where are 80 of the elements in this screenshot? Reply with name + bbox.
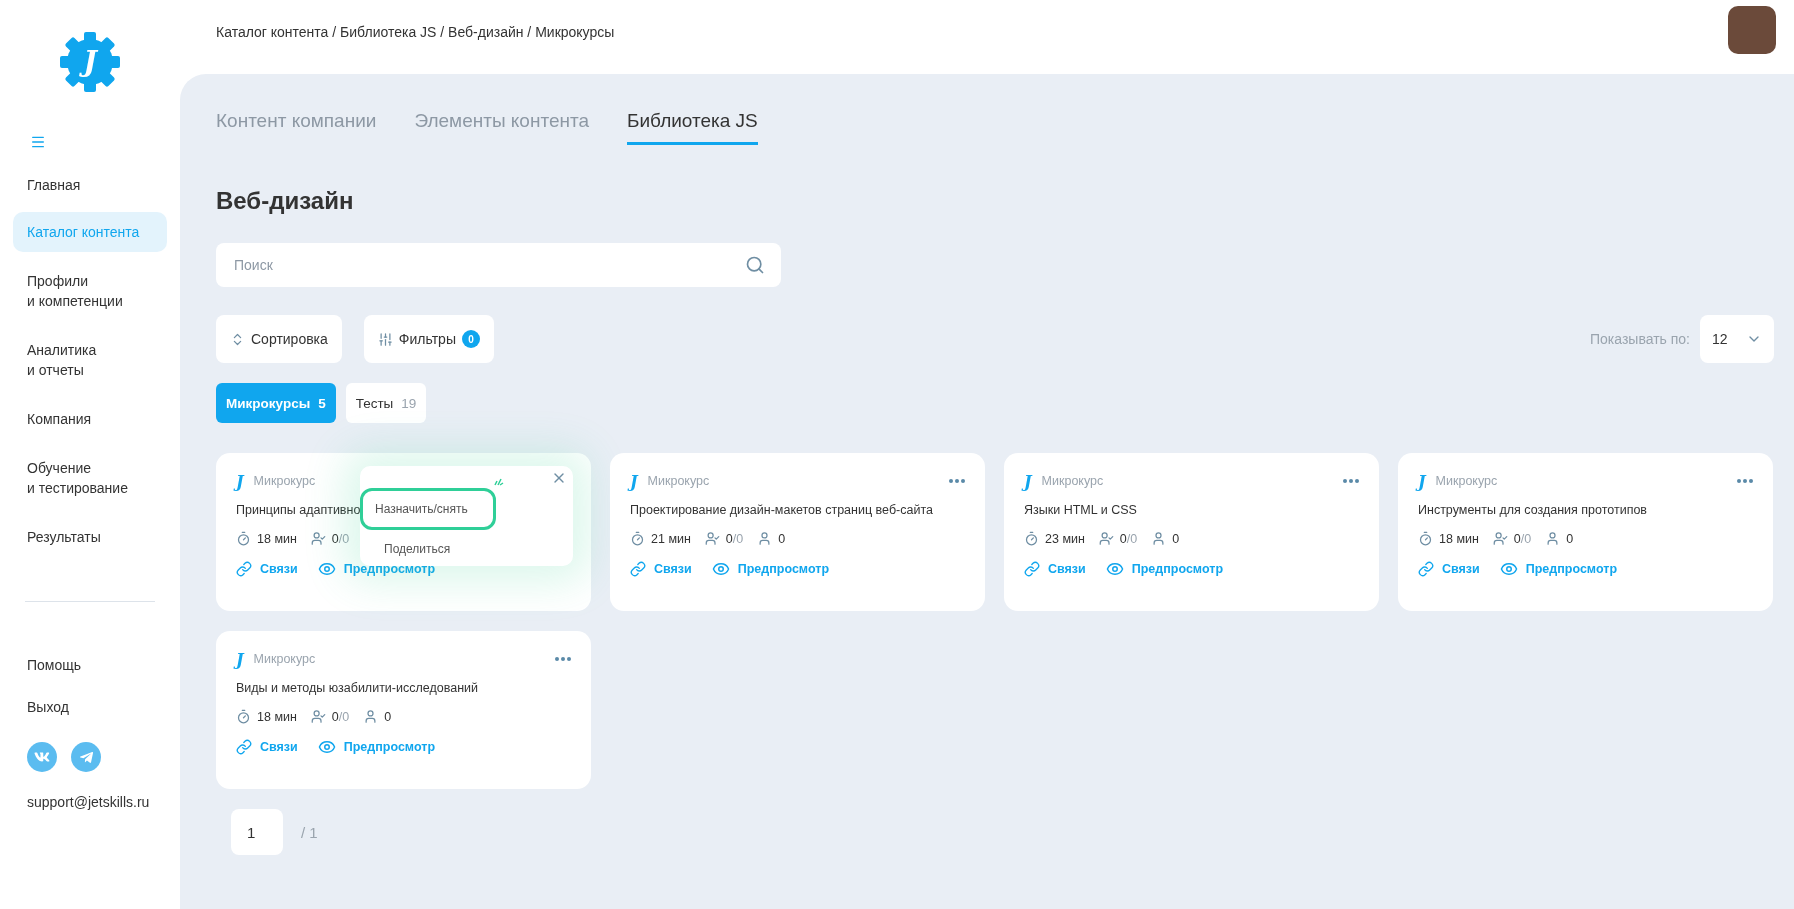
duration: 18 мин xyxy=(257,709,297,724)
photo-placeholder[interactable] xyxy=(1728,6,1776,54)
filter-chip[interactable]: Тесты 19 xyxy=(345,383,427,423)
course-title: Проектирование дизайн-макетов страниц веб-сайта xyxy=(630,503,933,517)
assigned-count: 0/0 xyxy=(1119,531,1138,546)
nav-item[interactable]: Обучение и тестирование xyxy=(13,448,167,508)
more-icon[interactable] xyxy=(555,657,571,661)
course-title: Языки HTML и CSS xyxy=(1024,503,1137,517)
more-icon[interactable] xyxy=(949,479,965,483)
timer-icon xyxy=(236,709,251,724)
course-title: Инструменты для создания прототипов xyxy=(1418,503,1647,517)
nav-item[interactable]: Аналитика и отчеты xyxy=(13,330,167,390)
user-icon xyxy=(363,709,379,724)
nav-item[interactable]: Помощь xyxy=(13,644,167,686)
search-icon[interactable] xyxy=(745,255,765,275)
more-icon[interactable] xyxy=(1343,479,1359,483)
page-size-select[interactable]: 12 xyxy=(1700,315,1774,363)
timer-icon xyxy=(1024,531,1039,546)
user-check-icon xyxy=(310,531,326,546)
sliders-icon xyxy=(377,331,393,347)
sparkle-icon xyxy=(494,478,504,486)
more-icon[interactable] xyxy=(1737,479,1753,483)
timer-icon xyxy=(1418,531,1433,546)
tab[interactable]: Библиотека JS xyxy=(627,110,758,145)
timer-icon xyxy=(630,531,645,546)
user-check-icon xyxy=(310,709,326,724)
sort-button[interactable]: Сортировка xyxy=(216,315,342,363)
learner-count: 0 xyxy=(1566,531,1574,546)
link-icon xyxy=(236,739,252,755)
link-icon xyxy=(630,561,646,577)
course-title: Виды и методы юзабилити-исследований xyxy=(236,681,479,695)
learner-count: 0 xyxy=(1172,531,1180,546)
course-type: Микрокурс xyxy=(1435,474,1498,488)
filter-count: 0 xyxy=(461,330,480,348)
menu-item[interactable]: Назначить/снять xyxy=(360,488,496,530)
assigned-count: 0/0 xyxy=(1513,531,1532,546)
assigned-count: 0/0 xyxy=(331,709,350,724)
course-title: Принципы адаптивно xyxy=(236,503,361,517)
duration: 18 мин xyxy=(1439,531,1479,546)
timer-icon xyxy=(236,531,251,546)
search-field[interactable]: Поиск xyxy=(216,243,781,287)
assigned-count: 0/0 xyxy=(725,531,744,546)
nav-item[interactable]: Профили и компетенции xyxy=(13,261,167,321)
telegram-icon[interactable] xyxy=(71,742,101,772)
breadcrumb[interactable]: Каталог контента / Библиотека JS / Веб-дизайн / Микрокурсы xyxy=(216,24,615,40)
eye-icon xyxy=(1105,560,1124,578)
user-icon xyxy=(757,531,773,546)
nav-item[interactable]: Главная xyxy=(13,165,167,205)
user-check-icon xyxy=(1098,531,1114,546)
duration: 23 мин xyxy=(1045,531,1085,546)
learner-count: 0 xyxy=(384,709,392,724)
course-type: Микрокурс xyxy=(253,652,316,666)
user-icon xyxy=(1545,531,1561,546)
nav-item[interactable]: Компания xyxy=(13,399,167,439)
link-icon xyxy=(1024,561,1040,577)
user-icon xyxy=(1151,531,1167,546)
assigned-count: 0/0 xyxy=(331,531,350,546)
eye-icon xyxy=(711,560,730,578)
filter-button[interactable]: Фильтры 0 xyxy=(363,315,494,363)
nav-item[interactable]: Результаты xyxy=(13,517,167,557)
course-type: Микрокурс xyxy=(647,474,710,488)
duration: 18 мин xyxy=(257,531,297,546)
support-email[interactable]: support@jetskills.ru xyxy=(13,772,167,810)
duration: 21 мин xyxy=(651,531,691,546)
eye-icon xyxy=(317,560,336,578)
link-icon xyxy=(1418,561,1434,577)
eye-icon xyxy=(317,738,336,756)
nav-item[interactable]: Выход xyxy=(13,686,167,728)
course-type: Микрокурс xyxy=(1041,474,1104,488)
user-check-icon xyxy=(704,531,720,546)
course-type: Микрокурс xyxy=(253,474,316,488)
page-size-label: Показывать по: xyxy=(1590,331,1690,347)
page-title: Веб-дизайн xyxy=(216,187,355,215)
page-input[interactable]: 1 xyxy=(231,809,283,855)
learner-count: 0 xyxy=(778,531,786,546)
vk-icon[interactable] xyxy=(27,742,57,772)
user-check-icon xyxy=(1492,531,1508,546)
eye-icon xyxy=(1499,560,1518,578)
link-icon xyxy=(236,561,252,577)
page-total: / 1 xyxy=(301,823,318,841)
